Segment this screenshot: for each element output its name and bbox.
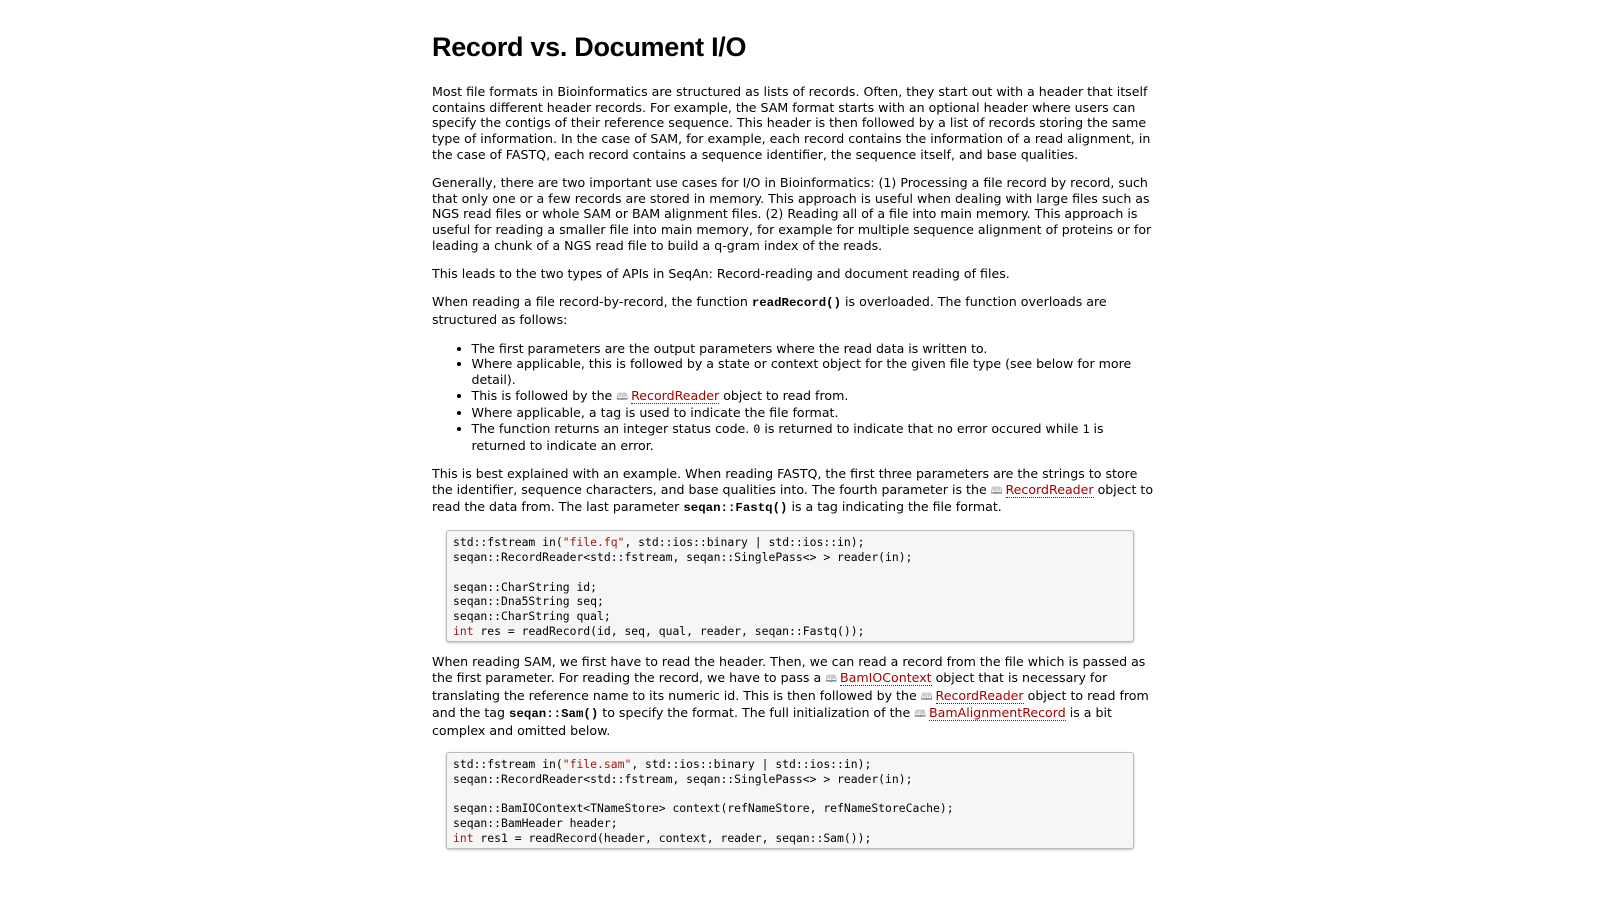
text-segment: object to read from. <box>719 387 849 403</box>
code-line: int res = readRecord(id, seq, qual, read… <box>453 623 865 638</box>
text-segment: This is followed by the <box>471 387 617 403</box>
code-line: seqan::CharString id; <box>453 579 598 594</box>
inline-code: seqan::Fastq() <box>683 501 788 516</box>
inline-code: 1 <box>1082 422 1090 437</box>
code-line: seqan::RecordReader<std::fstream, seqan:… <box>453 549 913 564</box>
api-types-paragraph: This leads to the two types of APIs in S… <box>432 266 1010 282</box>
record-reading-paragraph: When reading a file record-by-record, th… <box>432 294 1160 327</box>
code-line: seqan::Dna5String seq; <box>453 594 604 609</box>
book-icon: 🕮 <box>616 391 629 403</box>
inline-code: seqan::Sam() <box>509 707 599 722</box>
sam-code-block: std::fstream in("file.sam", std::ios::bi… <box>446 751 1134 849</box>
book-icon: 🕮 <box>825 673 837 685</box>
recordreader-link[interactable]: RecordReader <box>631 387 720 404</box>
code-line: seqan::BamHeader header; <box>453 815 618 830</box>
sam-example-paragraph: When reading SAM, we first have to read … <box>432 654 1160 739</box>
list-item: Where applicable, a tag is used to indic… <box>472 405 1161 421</box>
bamiocontext-link[interactable]: BamIOContext <box>840 669 932 686</box>
code-line: int res1 = readRecord(header, context, r… <box>453 830 872 845</box>
code-line: seqan::RecordReader<std::fstream, seqan:… <box>453 771 913 786</box>
use-cases-paragraph: Generally, there are two important use c… <box>432 175 1152 253</box>
code-line: std::fstream in("file.fq", std::ios::bin… <box>453 535 865 550</box>
page-title: Record vs. Document I/O <box>432 32 747 62</box>
code-line: std::fstream in("file.sam", std::ios::bi… <box>453 756 872 771</box>
list-item: Where applicable, this is followed by a … <box>472 356 1161 387</box>
bamalignmentrecord-link[interactable]: BamAlignmentRecord <box>929 705 1066 722</box>
overload-list: The first parameters are the output para… <box>432 341 1160 454</box>
book-icon: 🕮 <box>920 691 933 703</box>
intro-paragraph: Most file formats in Bioinformatics are … <box>432 84 1151 162</box>
text-segment: is returned to indicate that no error oc… <box>760 421 1083 437</box>
list-item: The function returns an integer status c… <box>472 421 1161 453</box>
text-segment: The function returns an integer status c… <box>471 421 754 437</box>
text-segment: is a tag indicating the file format. <box>787 499 1002 515</box>
fastq-example-paragraph: This is best explained with an example. … <box>432 466 1160 517</box>
fastq-code-block: std::fstream in("file.fq", std::ios::bin… <box>446 530 1134 642</box>
list-item: This is followed by the 🕮RecordReader ob… <box>471 387 1161 406</box>
list-item: The first parameters are the output para… <box>472 341 1161 357</box>
document-page: Record vs. Document I/O Most file format… <box>432 0 1160 849</box>
code-line: seqan::BamIOContext<TNameStore> context(… <box>453 801 954 816</box>
recordreader-link[interactable]: RecordReader <box>935 687 1024 704</box>
text-segment: When reading a file record-by-record, th… <box>432 294 752 310</box>
recordreader-link[interactable]: RecordReader <box>1005 481 1094 498</box>
book-icon: 🕮 <box>990 485 1003 497</box>
book-icon: 🕮 <box>914 709 927 721</box>
code-line: seqan::CharString qual; <box>453 609 611 624</box>
inline-code: readRecord() <box>751 296 842 311</box>
text-segment: to specify the format. The full initiali… <box>598 705 915 721</box>
